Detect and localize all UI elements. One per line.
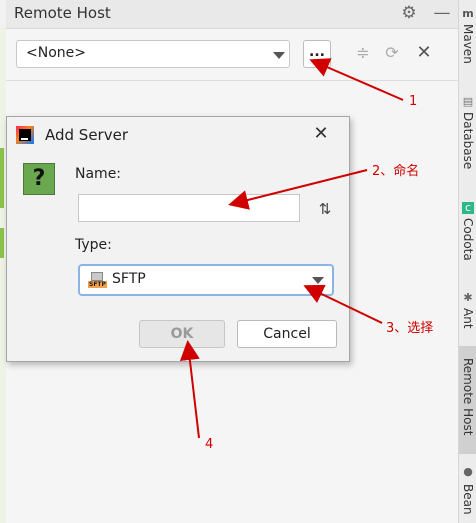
annotation-4: 4 bbox=[205, 437, 214, 452]
arrow-3 bbox=[303, 284, 383, 324]
arrow-2 bbox=[228, 169, 368, 210]
annotation-arrows bbox=[179, 58, 404, 439]
annotation-1: 1 bbox=[409, 94, 418, 109]
arrow-4 bbox=[179, 340, 200, 439]
arrow-1 bbox=[309, 58, 404, 101]
annotation-2: 2、命名 bbox=[372, 164, 420, 179]
annotation-3: 3、选择 bbox=[386, 321, 434, 336]
